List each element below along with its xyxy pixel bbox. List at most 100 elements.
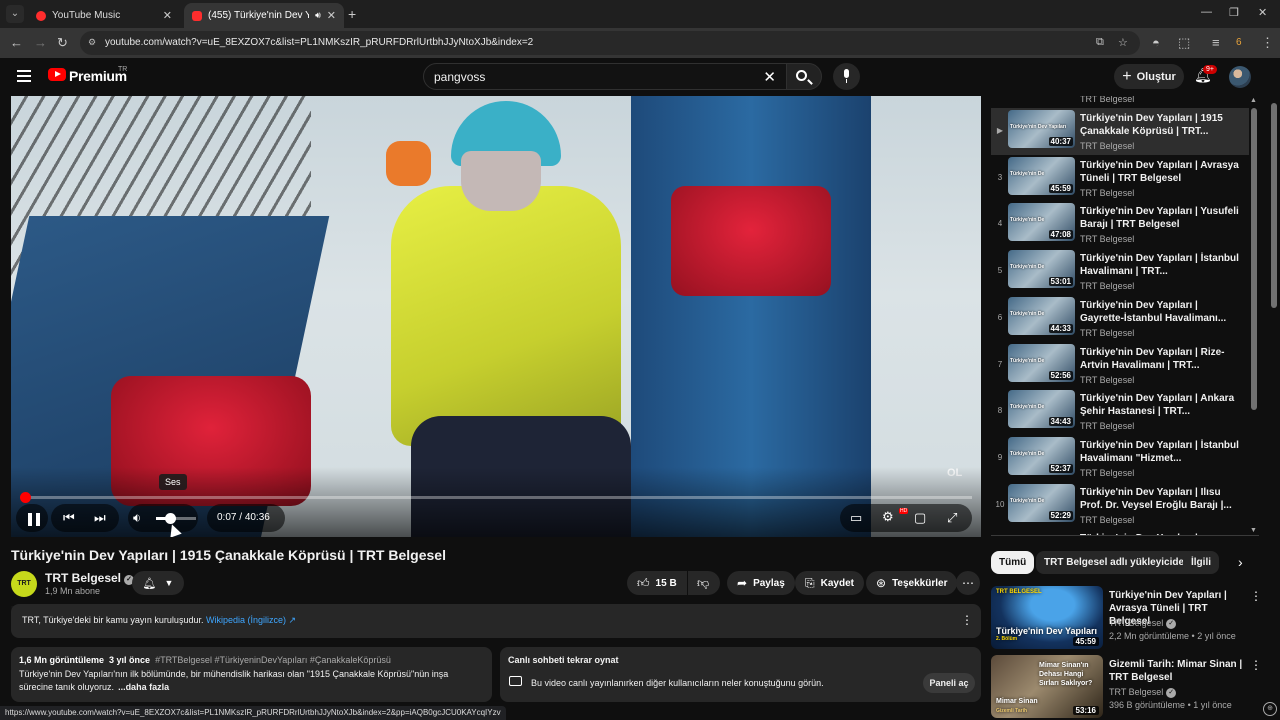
share-button[interactable]: ➦ Paylaş (727, 571, 795, 595)
playlist-item-title[interactable]: Türkiye'nin Dev Yapıları | Gayrette-İsta… (1080, 299, 1240, 325)
more-actions-icon[interactable]: ⋯ (956, 571, 980, 595)
clear-search-icon[interactable]: ✕ (763, 68, 776, 86)
media-control-icon[interactable]: ≡ (1212, 35, 1220, 50)
minimize-icon[interactable]: — (1201, 6, 1212, 18)
playlist-item[interactable]: 10 Türkiye'nin De 52:29 Türkiye'nin Dev Yap… (991, 482, 1249, 529)
related-video[interactable]: TRT BELGESEL Türkiye'nin Dev Yapıları 2.… (991, 586, 1271, 650)
playlist-item[interactable]: 5 Türkiye'nin De 53:01 Türkiye'nin Dev Yapı… (991, 248, 1249, 295)
previous-icon[interactable]: ⏮︎ (63, 510, 75, 526)
playlist-item-title[interactable]: Türkiye'nin Dev Yapıları | Ankara Şehir … (1080, 392, 1240, 418)
playlist-item-title[interactable]: Türkiye'nin Dev Yapıları | İstanbul Hava… (1080, 252, 1240, 278)
playlist-scrollbar[interactable] (1251, 108, 1257, 410)
dislike-button[interactable]: 👎︎ (688, 571, 720, 595)
playlist-thumbnail[interactable]: Türkiye'nin De 52:37 (1008, 436, 1075, 475)
volume-icon[interactable]: 🔉︎ (133, 510, 141, 526)
like-button[interactable]: 👍︎ 15 B (627, 571, 687, 595)
playlist-thumbnail[interactable]: Türkiye'nin De 53:01 (1008, 250, 1075, 289)
subtitles-icon[interactable]: ▭ (850, 510, 862, 526)
playlist-item-title[interactable]: Türkiye'nin Dev Yapıları | İstanbul Hava… (1080, 439, 1240, 465)
playlist-item[interactable]: 9 Türkiye'nin De 52:37 Türkiye'nin Dev Yapı… (991, 435, 1249, 482)
settings-gear-icon[interactable]: ⚙︎ (882, 509, 894, 525)
restore-icon[interactable]: ❐ (1229, 6, 1239, 19)
playlist-thumbnail[interactable]: Türkiye'nin De 34:43 (1008, 390, 1075, 429)
channel-name-text[interactable]: TRT Belgesel (45, 571, 121, 585)
voice-search-mic-icon[interactable] (833, 63, 860, 90)
next-icon[interactable]: ⏭︎ (94, 510, 106, 526)
account-avatar[interactable] (1229, 66, 1251, 88)
playlist-item-title[interactable]: Türkiye'nin Dev Yapıları | 1915 Çanakkal… (1080, 112, 1240, 138)
close-icon[interactable]: ✕ (327, 9, 336, 22)
info-menu-icon[interactable]: ⋮ (961, 613, 973, 627)
playlist-item-title[interactable]: Türkiye'nin Dev Yapıları | Rize-Artvin H… (1080, 346, 1240, 372)
tab-youtube-music[interactable]: YouTube Music ✕ (28, 3, 180, 28)
theater-mode-icon[interactable]: ▢ (914, 510, 926, 526)
playlist-item-title[interactable]: Türkiye'nin Dev Yapıları | Avrasya Tünel… (1080, 159, 1240, 185)
playlist-item-title[interactable]: Türkiye'nin Dev Yapıları | Ilısu Prof. D… (1080, 486, 1240, 512)
back-icon[interactable]: ← (10, 35, 23, 50)
chevron-right-icon[interactable]: › (1238, 554, 1243, 570)
speaker-icon[interactable]: 🔊︎ (315, 10, 321, 21)
browser-menu-icon[interactable]: ⋮ (1261, 35, 1274, 51)
search-box[interactable]: pangvoss ✕ (423, 63, 787, 90)
volume-slider[interactable] (156, 513, 196, 524)
channel-name[interactable]: TRT Belgesel ✓ (45, 571, 135, 585)
playlist-thumbnail[interactable]: Türkiye'nin De 45:59 (1008, 156, 1075, 195)
wikipedia-link[interactable]: Wikipedia (İngilizce) (206, 615, 286, 625)
playlist-item[interactable]: 3 Türkiye'nin De 45:59 Türkiye'nin Dev Yapı… (991, 155, 1249, 202)
playlist-thumbnail[interactable]: Türkiye'nin De 52:56 (1008, 343, 1075, 382)
tab-search-icon[interactable]: ⌄ (6, 5, 24, 23)
related-thumbnail[interactable]: TRT BELGESEL Türkiye'nin Dev Yapıları 2.… (991, 586, 1103, 649)
chip-related[interactable]: İlgili (1183, 551, 1219, 574)
description-box[interactable]: 1,6 Mn görüntüleme 3 yıl önce #TRTBelges… (11, 647, 492, 702)
playlist-thumbnail[interactable]: Türkiye'nin De 52:29 (1008, 483, 1075, 522)
install-app-icon[interactable]: ⧉ (1096, 36, 1104, 49)
playlist-item[interactable]: 4 Türkiye'nin De 47:08 Türkiye'nin Dev Yapı… (991, 201, 1249, 248)
scroll-down-icon[interactable]: ▼ (1250, 527, 1257, 534)
playlist-thumbnail[interactable]: Türkiye'nin De 47:08 (1008, 203, 1075, 242)
show-more-link[interactable]: ...daha fazla (118, 682, 169, 692)
playlist-item[interactable]: 6 Türkiye'nin De 44:33 Türkiye'nin Dev Yapı… (991, 295, 1249, 342)
close-icon[interactable]: ✕ (163, 9, 172, 22)
open-panel-button[interactable]: Paneli aç (923, 673, 975, 693)
fullscreen-icon[interactable]: ⤢ (947, 510, 957, 526)
site-info-icon[interactable]: ⚙︎ (88, 37, 100, 49)
hashtags[interactable]: #TRTBelgesel #TürkiyeninDevYapıları #Çan… (155, 655, 391, 665)
progress-bar[interactable] (19, 492, 972, 503)
related-title[interactable]: Gizemli Tarih: Mimar Sinan | TRT Belgese… (1109, 658, 1249, 684)
new-tab-icon[interactable]: + (348, 6, 356, 22)
bookmark-star-icon[interactable]: ☆ (1118, 36, 1128, 49)
forward-icon[interactable]: → (34, 35, 47, 50)
scroll-up-icon[interactable]: ▲ (1250, 97, 1257, 104)
incognito-icon[interactable]: ◓ (1152, 35, 1160, 50)
playlist-item-title[interactable]: Türkiye'nin Dev Yapıları | Yusufeli Bara… (1080, 205, 1240, 231)
page-scrollbar[interactable] (1271, 103, 1277, 308)
search-button[interactable] (786, 63, 822, 90)
related-menu-icon[interactable]: ⋮ (1250, 658, 1262, 672)
menu-icon[interactable] (17, 70, 31, 82)
playlist-item[interactable]: 8 Türkiye'nin De 34:43 Türkiye'nin Dev Yapı… (991, 388, 1249, 435)
window-close-icon[interactable]: ✕ (1258, 6, 1267, 19)
scrubber-handle[interactable] (19, 492, 31, 503)
related-thumbnail[interactable]: Mimar Sinan'ın Dehası Hangi Sırları Sakl… (991, 655, 1103, 718)
playlist-item[interactable]: ▶ Türkiye'nin Dev Yapıları 40:37 Türkiye'ni… (991, 108, 1249, 155)
save-button[interactable]: ⎘ Kaydet (795, 571, 864, 595)
tab-current-video[interactable]: (455) Türkiye'nin Dev Yapıla 🔊︎ ✕ (184, 3, 344, 28)
playlist-item[interactable]: 7 Türkiye'nin De 52:56 Türkiye'nin Dev Yapı… (991, 342, 1249, 389)
create-button[interactable]: + Oluştur (1114, 64, 1184, 89)
profile-badge[interactable]: 6 (1236, 37, 1242, 48)
subscription-notifications-button[interactable]: 🔔︎ ▼ (132, 571, 184, 595)
chip-all[interactable]: Tümü (991, 551, 1035, 574)
channel-avatar[interactable]: TRT Belgesel (11, 571, 40, 613)
related-video[interactable]: Mimar Sinan'ın Dehası Hangi Sırları Sakl… (991, 655, 1271, 719)
chip-from-uploader[interactable]: TRT Belgesel adlı yükleyiciden (1036, 551, 1199, 574)
miniplayer-icon[interactable]: ⊕ (1263, 702, 1277, 716)
pause-icon[interactable] (28, 513, 40, 526)
extensions-icon[interactable]: ⬚ (1178, 35, 1190, 51)
reload-icon[interactable]: ↻ (57, 35, 68, 51)
thanks-button[interactable]: ⊛ Teşekkürler (866, 571, 958, 595)
related-menu-icon[interactable]: ⋮ (1250, 589, 1262, 603)
video-player[interactable]: OL ⏮︎ ⏭︎ 🔉︎ 0:07 / 40:36 Ses ▭ ⚙︎ HD ▢ ⤢ (11, 96, 981, 537)
address-bar[interactable]: ⚙︎ youtube.com/watch?v=uE_8EXZOX7c&list=… (80, 31, 1140, 55)
playlist-thumbnail[interactable]: Türkiye'nin De 44:33 (1008, 296, 1075, 335)
playlist-thumbnail[interactable]: Türkiye'nin Dev Yapıları 40:37 (1008, 110, 1075, 148)
